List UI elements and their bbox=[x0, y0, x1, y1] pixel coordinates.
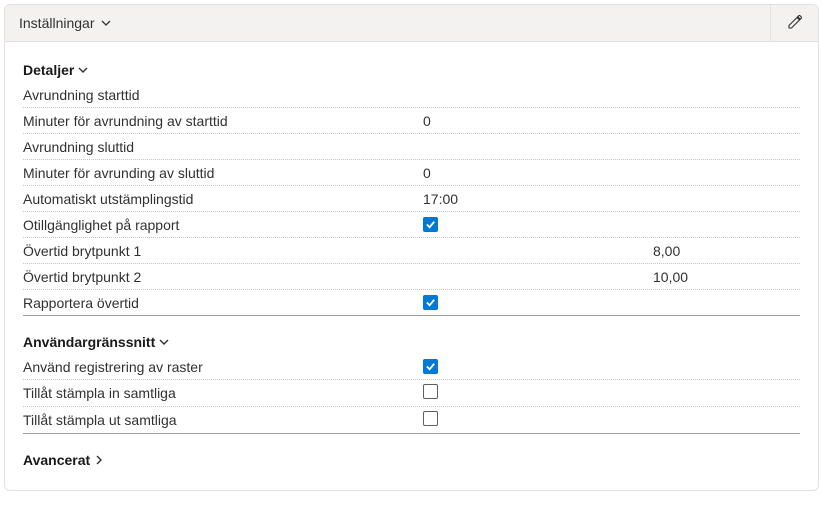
section-title: Detaljer bbox=[23, 62, 74, 78]
field-value bbox=[423, 295, 653, 311]
field-value-right: 8,00 bbox=[653, 243, 819, 259]
checkbox-unchecked[interactable] bbox=[423, 411, 438, 426]
field-value bbox=[423, 359, 653, 375]
edit-button[interactable] bbox=[770, 5, 818, 41]
field-row-allow-in-all[interactable]: Tillåt stämpla in samtliga bbox=[23, 380, 800, 407]
chevron-down-icon bbox=[101, 15, 111, 31]
chevron-down-icon bbox=[159, 334, 169, 350]
field-label: Avrundning starttid bbox=[23, 87, 423, 103]
field-label: Rapportera övertid bbox=[23, 295, 423, 311]
field-label: Övertid brytpunkt 1 bbox=[23, 243, 423, 259]
field-value: 0 bbox=[423, 165, 653, 181]
checkbox-checked[interactable] bbox=[423, 359, 438, 374]
field-value: 17:00 bbox=[423, 191, 653, 207]
field-row-round-end[interactable]: Avrundning sluttid bbox=[23, 134, 800, 160]
field-value-right: 10,00 bbox=[653, 269, 819, 285]
field-label: Tillåt stämpla ut samtliga bbox=[23, 412, 423, 428]
field-label: Tillåt stämpla in samtliga bbox=[23, 385, 423, 401]
field-row-round-start-min[interactable]: Minuter för avrundning av starttid 0 bbox=[23, 108, 800, 134]
header-title-text: Inställningar bbox=[19, 15, 95, 31]
card-body: Detaljer Avrundning starttid Minuter för… bbox=[5, 42, 818, 490]
section-title: Användargränssnitt bbox=[23, 334, 155, 350]
section-title: Avancerat bbox=[23, 452, 90, 468]
field-label: Otillgänglighet på rapport bbox=[23, 217, 423, 233]
field-label: Minuter för avrunding av sluttid bbox=[23, 165, 423, 181]
checkbox-unchecked[interactable] bbox=[423, 384, 438, 399]
pencil-icon bbox=[787, 14, 803, 33]
field-row-ot-bp2[interactable]: Övertid brytpunkt 2 10,00 bbox=[23, 264, 800, 290]
section-header-details[interactable]: Detaljer bbox=[23, 58, 800, 82]
checkbox-checked[interactable] bbox=[423, 295, 438, 310]
header-title-dropdown[interactable]: Inställningar bbox=[5, 5, 770, 41]
field-label: Övertid brytpunkt 2 bbox=[23, 269, 423, 285]
field-row-round-start[interactable]: Avrundning starttid bbox=[23, 82, 800, 108]
field-label: Minuter för avrundning av starttid bbox=[23, 113, 423, 129]
field-row-use-raster[interactable]: Använd registrering av raster bbox=[23, 354, 800, 380]
field-row-ot-bp1[interactable]: Övertid brytpunkt 1 8,00 bbox=[23, 238, 800, 264]
section-header-ui[interactable]: Användargränssnitt bbox=[23, 330, 800, 354]
section-header-advanced[interactable]: Avancerat bbox=[23, 448, 800, 472]
field-row-round-end-min[interactable]: Minuter för avrunding av sluttid 0 bbox=[23, 160, 800, 186]
chevron-down-icon bbox=[78, 62, 88, 78]
field-value: 0 bbox=[423, 113, 653, 129]
field-row-unavail-report[interactable]: Otillgänglighet på rapport bbox=[23, 212, 800, 238]
field-row-auto-clockout[interactable]: Automatiskt utstämplingstid 17:00 bbox=[23, 186, 800, 212]
field-value bbox=[423, 384, 653, 402]
field-value bbox=[423, 411, 653, 429]
field-row-report-ot[interactable]: Rapportera övertid bbox=[23, 290, 800, 316]
field-value bbox=[423, 217, 653, 233]
card-header: Inställningar bbox=[5, 5, 818, 42]
field-label: Automatiskt utstämplingstid bbox=[23, 191, 423, 207]
checkbox-checked[interactable] bbox=[423, 217, 438, 232]
field-label: Använd registrering av raster bbox=[23, 359, 423, 375]
field-label: Avrundning sluttid bbox=[23, 139, 423, 155]
settings-card: Inställningar Detaljer Avrundning startt… bbox=[4, 4, 819, 491]
chevron-left-icon bbox=[91, 455, 107, 465]
field-row-allow-out-all[interactable]: Tillåt stämpla ut samtliga bbox=[23, 407, 800, 434]
